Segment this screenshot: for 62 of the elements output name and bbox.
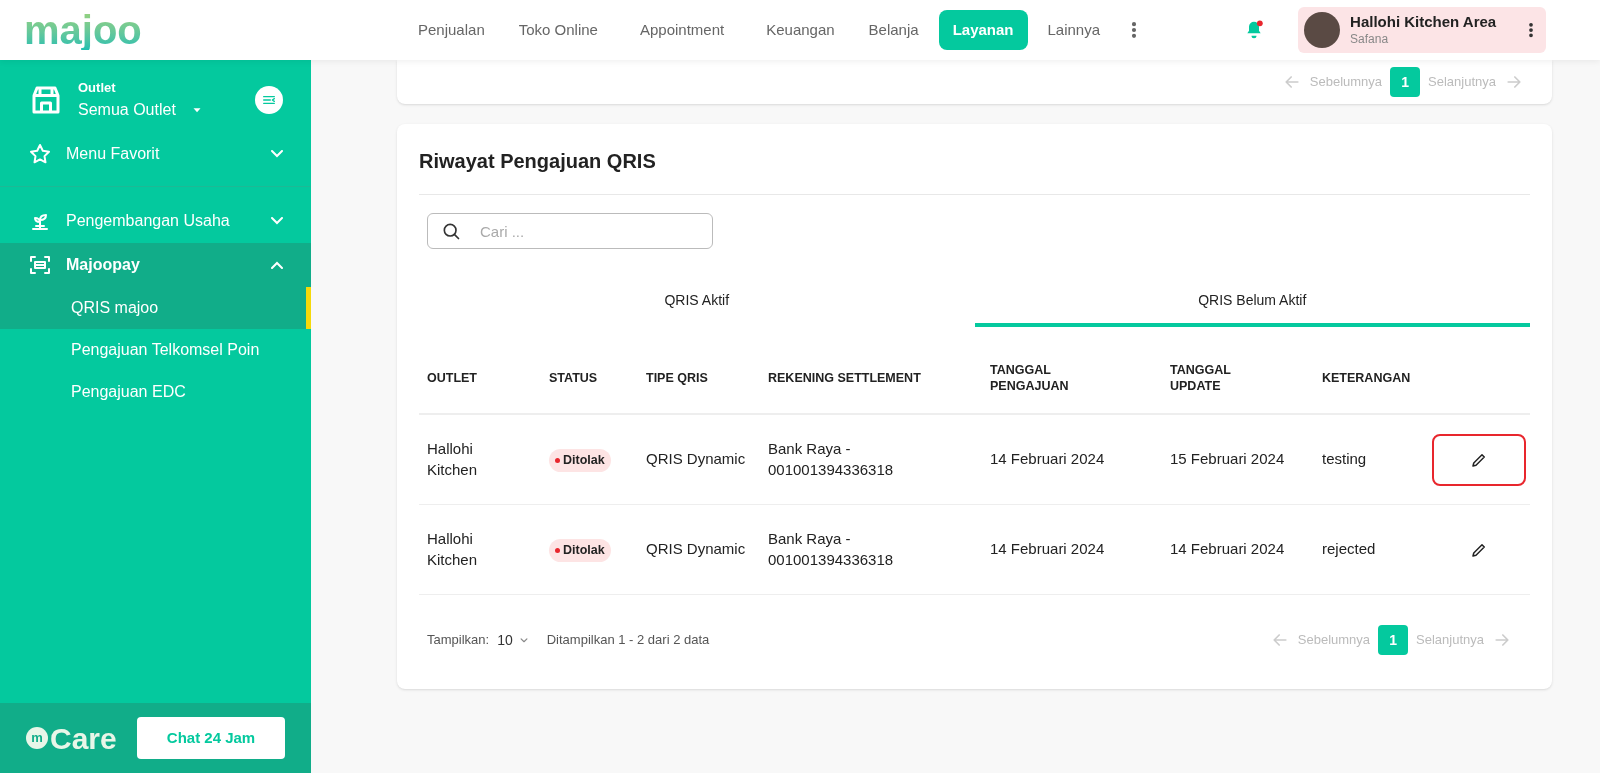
- avatar-placeholder: [1304, 12, 1341, 48]
- table-cell-text: rejected: [1322, 539, 1377, 560]
- table-cell-text: Hallohi Kitchen: [427, 438, 479, 480]
- table-cell-text: QRIS Dynamic: [646, 539, 747, 560]
- column-header: TIPE QRIS: [646, 371, 709, 387]
- nav-tab[interactable]: Keuangan: [752, 10, 849, 50]
- table-cell-text: 14 Februari 2024: [1170, 539, 1286, 560]
- previous-link[interactable]: Sebelumnya: [1309, 72, 1383, 92]
- account-user: Safana: [1350, 31, 1390, 47]
- card-title: Riwayat Pengajuan QRIS: [419, 146, 1530, 195]
- table-cell-text: testing: [1322, 449, 1368, 470]
- chevron-icon: [271, 260, 283, 269]
- table-cell-text: QRIS Dynamic: [646, 449, 747, 470]
- previous-link[interactable]: Sebelumnya: [1297, 630, 1371, 650]
- chevron-icon: [271, 149, 283, 158]
- edit-button[interactable]: [1432, 433, 1526, 486]
- sidebar-subitem[interactable]: Pengajuan EDC: [0, 370, 311, 413]
- chevron-icon: [271, 216, 283, 225]
- sidebar-subitem[interactable]: Pengajuan Telkomsel Poin: [0, 328, 311, 371]
- care-logo: m Care: [26, 715, 117, 761]
- chat-button[interactable]: Chat 24 Jam: [137, 717, 285, 759]
- table-cell-text: Hallohi Kitchen: [427, 528, 479, 570]
- tab[interactable]: QRIS Aktif: [419, 277, 975, 327]
- page-button[interactable]: 1: [1390, 67, 1421, 97]
- column-header: REKENING SETTLEMENT: [768, 371, 922, 387]
- table-cell-text: 14 Februari 2024: [990, 539, 1106, 560]
- sidebar-item[interactable]: Majoopay: [0, 242, 311, 287]
- search-icon: [441, 221, 461, 241]
- table-cell-text: 14 Februari 2024: [990, 449, 1106, 470]
- page-size-dropdown[interactable]: 10: [497, 629, 531, 651]
- status-badge: Ditolak: [549, 449, 611, 472]
- table-cell-text: Bank Raya - 001001394336318: [768, 528, 895, 570]
- table-cell-text: Bank Raya - 001001394336318: [768, 438, 895, 480]
- summary-text: Ditampilkan 1 - 2 dari 2 data: [546, 631, 710, 650]
- status-badge: Ditolak: [549, 539, 611, 562]
- column-header: KETERANGAN: [1322, 371, 1412, 387]
- sidebar-item[interactable]: Menu Favorit: [0, 131, 311, 176]
- nav-tab[interactable]: Appointment: [625, 10, 739, 50]
- nav-tab[interactable]: Belanja: [854, 10, 933, 50]
- page-button[interactable]: 1: [1378, 625, 1409, 655]
- table-cell-text: 15 Februari 2024: [1170, 449, 1286, 470]
- column-header: STATUS: [549, 371, 599, 387]
- account-name: Hallohi Kitchen Area: [1350, 13, 1497, 32]
- sidebar-subitem[interactable]: QRIS majoo: [0, 286, 311, 329]
- column-header: TANGGAL PENGAJUAN: [990, 363, 1070, 395]
- collapse-button[interactable]: [255, 85, 283, 114]
- account-menu[interactable]: Hallohi Kitchen Area Safana: [1298, 7, 1547, 53]
- nav-tab[interactable]: Toko Online: [504, 10, 612, 50]
- next-link[interactable]: Selanjutnya: [1428, 72, 1496, 92]
- next-link[interactable]: Selanjutnya: [1416, 630, 1484, 650]
- tab[interactable]: QRIS Belum Aktif: [974, 277, 1530, 327]
- star-icon: [28, 141, 52, 166]
- column-header: TANGGAL UPDATE: [1170, 363, 1232, 395]
- sidebar-item[interactable]: Pengembangan Usaha: [0, 198, 311, 243]
- nav-tab[interactable]: Penjualan: [404, 10, 499, 50]
- search-field[interactable]: Cari ...: [427, 213, 713, 249]
- outlet-label: Outlet: [78, 79, 117, 97]
- nav-tab[interactable]: Lainnya: [1033, 10, 1115, 50]
- column-header: OUTLET: [427, 371, 478, 387]
- page-size-label: Tampilkan:: [427, 631, 490, 650]
- outlet-dropdown[interactable]: Semua Outlet: [78, 97, 204, 122]
- nav-tab[interactable]: Layanan: [938, 10, 1028, 50]
